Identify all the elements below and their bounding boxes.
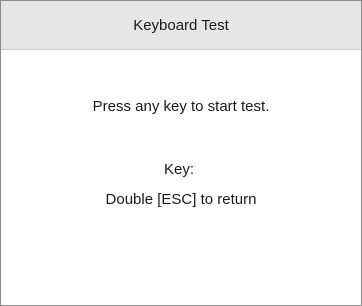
return-hint: Double [ESC] to return <box>105 191 257 208</box>
window-title: Keyboard Test <box>133 16 229 34</box>
keyboard-test-window: Keyboard Test Press any key to start tes… <box>0 0 362 306</box>
key-label: Key: <box>163 161 194 178</box>
start-prompt: Press any key to start test. <box>92 98 270 115</box>
key-readout: Key: <box>1 161 361 178</box>
title-bar: Keyboard Test <box>1 1 361 50</box>
test-content-area: Press any key to start test. Key: Double… <box>1 50 361 305</box>
